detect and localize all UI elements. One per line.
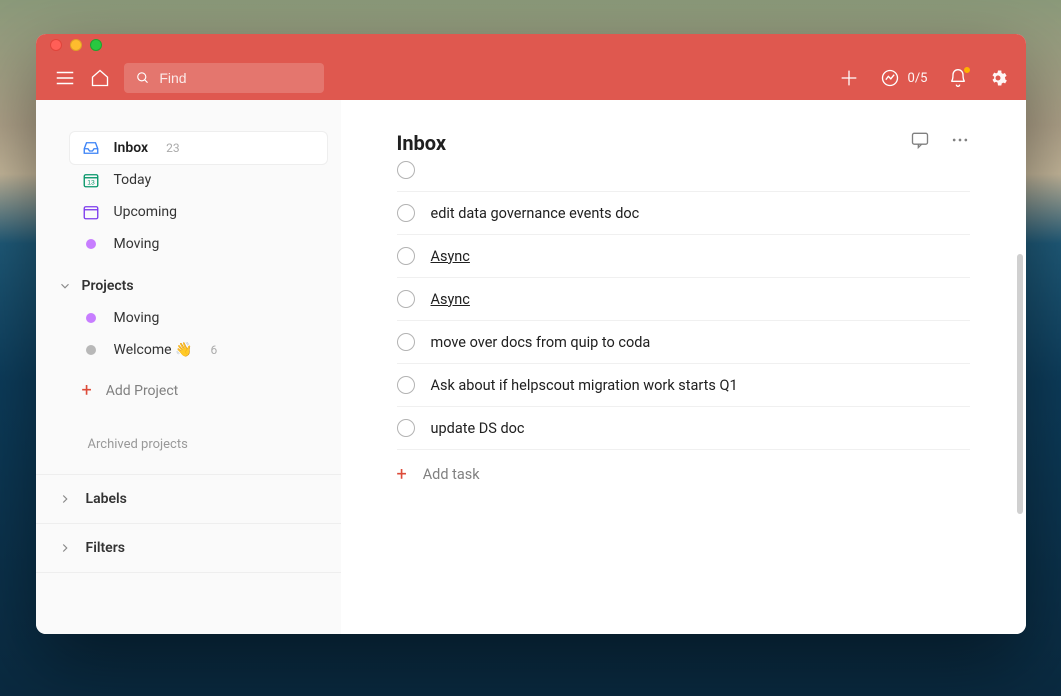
task-row[interactable]: Ask about if helpscout migration work st… xyxy=(397,364,970,407)
calendar-today-icon: 13 xyxy=(82,171,100,189)
chevron-right-icon xyxy=(58,492,72,506)
sidebar-labels-header[interactable]: Labels xyxy=(36,474,341,523)
task-row[interactable]: (cut off) xyxy=(397,161,970,192)
add-task-inline-button[interactable]: + Add task xyxy=(397,450,970,499)
add-project-button[interactable]: + Add Project xyxy=(36,366,341,409)
task-row[interactable]: Async xyxy=(397,278,970,321)
productivity-count: 0/5 xyxy=(908,71,928,86)
labels-header-label: Labels xyxy=(86,491,127,507)
more-horizontal-icon xyxy=(950,130,970,150)
task-checkbox[interactable] xyxy=(397,247,415,265)
sidebar-item-inbox[interactable]: Inbox 23 xyxy=(70,132,327,164)
add-task-button[interactable] xyxy=(838,67,860,89)
notifications-button[interactable] xyxy=(948,68,968,88)
sidebar-favorite-moving[interactable]: Moving xyxy=(70,228,327,260)
project-dot-icon xyxy=(82,309,100,327)
sidebar-filters-header[interactable]: Filters xyxy=(36,523,341,573)
search-field[interactable] xyxy=(124,63,324,93)
sidebar-item-label: Moving xyxy=(114,236,160,252)
titlebar xyxy=(36,34,1026,56)
sidebar-item-label: Welcome 👋 xyxy=(114,342,193,358)
task-checkbox[interactable] xyxy=(397,419,415,437)
plus-icon: + xyxy=(397,464,407,485)
sidebar-item-label: Moving xyxy=(114,310,160,326)
page-title: Inbox xyxy=(397,131,447,155)
task-label: Async xyxy=(431,248,470,265)
search-input[interactable] xyxy=(159,70,311,86)
window-minimize-button[interactable] xyxy=(70,39,82,51)
home-icon[interactable] xyxy=(90,68,110,88)
sidebar-item-label: Inbox xyxy=(114,140,149,156)
settings-button[interactable] xyxy=(988,68,1008,88)
add-project-label: Add Project xyxy=(106,383,179,399)
svg-text:13: 13 xyxy=(87,180,95,187)
sidebar-project-moving[interactable]: Moving xyxy=(70,302,327,334)
sidebar-projects-header[interactable]: Projects xyxy=(36,260,341,302)
task-row[interactable]: Async xyxy=(397,235,970,278)
scrollbar[interactable] xyxy=(1017,254,1023,514)
add-task-label: Add task xyxy=(423,466,480,483)
notification-dot-icon xyxy=(963,66,971,74)
chevron-right-icon xyxy=(58,541,72,555)
sidebar-item-count: 23 xyxy=(166,141,180,155)
comment-icon xyxy=(910,130,930,150)
app-window: 0/5 Inbox 23 xyxy=(36,34,1026,634)
inbox-icon xyxy=(82,139,100,157)
filters-header-label: Filters xyxy=(86,540,125,556)
plus-icon: + xyxy=(82,380,92,401)
project-dot-icon xyxy=(82,235,100,253)
comments-button[interactable] xyxy=(910,130,930,155)
productivity-icon xyxy=(880,68,900,88)
task-row[interactable]: update DS doc xyxy=(397,407,970,450)
task-checkbox[interactable] xyxy=(397,333,415,351)
window-zoom-button[interactable] xyxy=(90,39,102,51)
sidebar-item-label: Upcoming xyxy=(114,204,178,220)
task-label: update DS doc xyxy=(431,420,525,437)
productivity-button[interactable]: 0/5 xyxy=(880,68,928,88)
sidebar-item-count: 6 xyxy=(210,343,217,357)
task-checkbox[interactable] xyxy=(397,161,415,179)
window-close-button[interactable] xyxy=(50,39,62,51)
menu-icon[interactable] xyxy=(54,67,76,89)
archived-projects-link[interactable]: Archived projects xyxy=(36,409,341,474)
sidebar-item-today[interactable]: 13 Today xyxy=(70,164,327,196)
calendar-upcoming-icon xyxy=(82,203,100,221)
project-dot-icon xyxy=(82,341,100,359)
projects-header-label: Projects xyxy=(82,278,134,294)
sidebar-project-welcome[interactable]: Welcome 👋 6 xyxy=(70,334,327,366)
sidebar-item-upcoming[interactable]: Upcoming xyxy=(70,196,327,228)
task-label: Async xyxy=(431,291,470,308)
task-checkbox[interactable] xyxy=(397,376,415,394)
task-label: move over docs from quip to coda xyxy=(431,334,651,351)
sidebar-item-label: Today xyxy=(114,172,152,188)
chevron-down-icon xyxy=(58,279,72,293)
traffic-lights xyxy=(50,39,102,51)
task-checkbox[interactable] xyxy=(397,204,415,222)
more-button[interactable] xyxy=(950,130,970,155)
task-label: Ask about if helpscout migration work st… xyxy=(431,377,738,394)
top-toolbar: 0/5 xyxy=(36,56,1026,100)
task-row[interactable]: move over docs from quip to coda xyxy=(397,321,970,364)
task-label: edit data governance events doc xyxy=(431,205,640,222)
search-icon xyxy=(136,70,150,86)
sidebar: Inbox 23 13 Today Upcoming xyxy=(36,100,341,634)
task-checkbox[interactable] xyxy=(397,290,415,308)
main-panel: Inbox (cut off) edit data governance even… xyxy=(341,100,1026,634)
archived-label: Archived projects xyxy=(88,437,188,452)
task-list: (cut off) edit data governance events doc… xyxy=(341,161,1026,634)
task-row[interactable]: edit data governance events doc xyxy=(397,192,970,235)
gear-icon xyxy=(988,68,1008,88)
